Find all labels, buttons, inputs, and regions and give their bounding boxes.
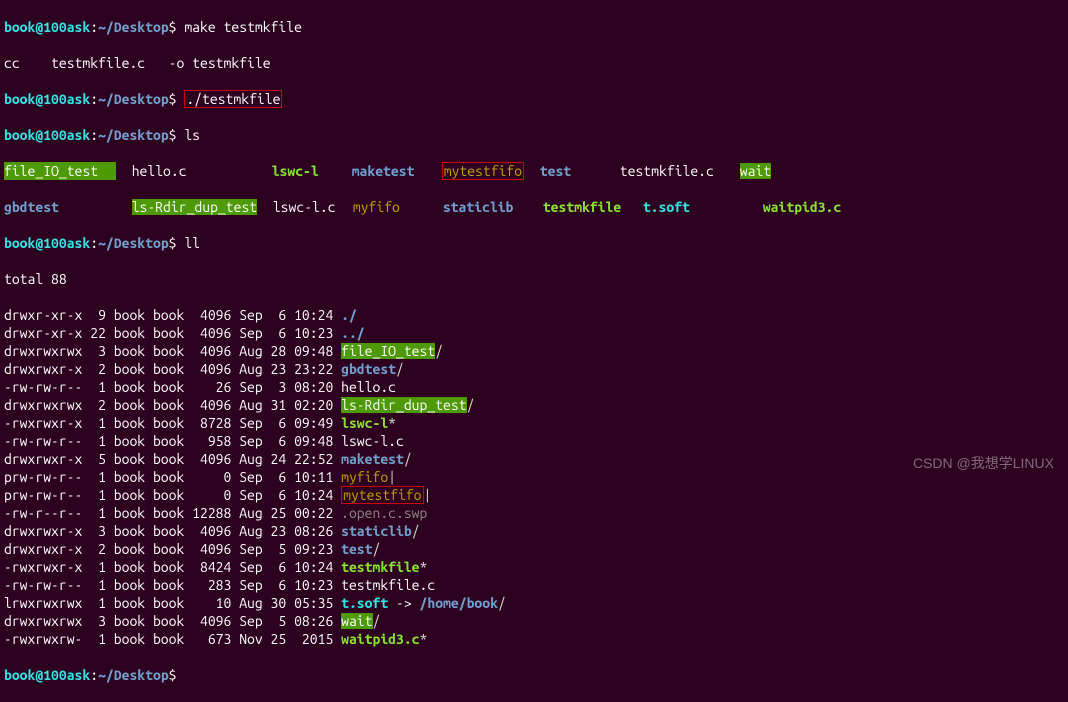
ll-row: drwxrwxrwx 2 book book 4096 Aug 31 02:20… xyxy=(4,396,1064,414)
ll-row: -rwxrwxr-x 1 book book 8728 Sep 6 09:49 … xyxy=(4,414,1064,432)
ls-item: waitpid3.c xyxy=(763,199,841,215)
ls-item: hello.c xyxy=(132,162,272,180)
ls-item: lswc-l xyxy=(272,162,352,180)
prompt-sep: : xyxy=(90,19,98,35)
ll-row: -rw-rw-r-- 1 book book 283 Sep 6 10:23 t… xyxy=(4,576,1064,594)
ll-row: drwxr-xr-x 22 book book 4096 Sep 6 10:23… xyxy=(4,324,1064,342)
ll-row: drwxrwxr-x 2 book book 4096 Aug 23 23:22… xyxy=(4,360,1064,378)
ll-row: drwxr-xr-x 9 book book 4096 Sep 6 10:24 … xyxy=(4,306,1064,324)
ls-item: gbdtest xyxy=(4,198,116,216)
ls-item: myfifo xyxy=(353,198,443,216)
terminal-line: book@100ask:~/Desktop$ ls xyxy=(4,126,1064,144)
ll-row: drwxrwxr-x 5 book book 4096 Aug 24 22:52… xyxy=(4,450,1064,468)
prompt-dollar: $ xyxy=(169,19,185,35)
terminal-area[interactable]: book@100ask:~/Desktop$ make testmkfile c… xyxy=(0,0,1068,702)
ll-row: drwxrwxr-x 3 book book 4096 Aug 23 08:26… xyxy=(4,522,1064,540)
ls-row-2: gbdtest ls-Rdir_dup_test lswc-l.cmyfifos… xyxy=(4,198,1064,216)
ls-item: maketest xyxy=(352,162,442,180)
ls-item-highlighted: mytestfifo xyxy=(442,162,524,180)
cmd-text: make testmkfile xyxy=(184,19,302,35)
ls-item: ls-Rdir_dup_test xyxy=(132,199,257,215)
ls-item: wait xyxy=(740,163,771,179)
ll-row: drwxrwxrwx 3 book book 4096 Aug 28 09:48… xyxy=(4,342,1064,360)
ll-row: -rw-r--r-- 1 book book 12288 Aug 25 00:2… xyxy=(4,504,1064,522)
ls-item: t.soft xyxy=(643,198,763,216)
terminal-line: cc testmkfile.c -o testmkfile xyxy=(4,54,1064,72)
terminal-line: book@100ask:~/Desktop$ make testmkfile xyxy=(4,18,1064,36)
ll-row: -rwxrwxr-x 1 book book 8424 Sep 6 10:24 … xyxy=(4,558,1064,576)
prompt-path: ~/Desktop xyxy=(98,19,169,35)
ls-item: lswc-l.c xyxy=(273,198,353,216)
ll-row: prw-rw-r-- 1 book book 0 Sep 6 10:11 myf… xyxy=(4,468,1064,486)
ll-row: lrwxrwxrwx 1 book book 10 Aug 30 05:35 t… xyxy=(4,594,1064,612)
ls-item: staticlib xyxy=(443,198,543,216)
ls-item: test xyxy=(540,162,620,180)
ls-item: testmkfile.c xyxy=(620,162,740,180)
terminal-line: book@100ask:~/Desktop$ xyxy=(4,666,1064,684)
highlighted-cmd: ./testmkfile xyxy=(184,90,282,108)
terminal-line: book@100ask:~/Desktop$ ./testmkfile xyxy=(4,90,1064,108)
ls-item: testmkfile xyxy=(543,198,643,216)
prompt-user: book@100ask xyxy=(4,19,90,35)
ll-row: -rw-rw-r-- 1 book book 26 Sep 3 08:20 he… xyxy=(4,378,1064,396)
watermark: CSDN @我想学LINUX xyxy=(913,454,1054,472)
terminal-line: book@100ask:~/Desktop$ ll xyxy=(4,234,1064,252)
ls-row-1: file_IO_test hello.clswc-lmaketestmytest… xyxy=(4,162,1064,180)
terminal-line: total 88 xyxy=(4,270,1064,288)
ll-row: drwxrwxrwx 3 book book 4096 Sep 5 08:26 … xyxy=(4,612,1064,630)
ll-row: prw-rw-r-- 1 book book 0 Sep 6 10:24 myt… xyxy=(4,486,1064,504)
ll-row: drwxrwxr-x 2 book book 4096 Sep 5 09:23 … xyxy=(4,540,1064,558)
ll-row: -rwxrwxrw- 1 book book 673 Nov 25 2015 w… xyxy=(4,630,1064,648)
ll-row: -rw-rw-r-- 1 book book 958 Sep 6 09:48 l… xyxy=(4,432,1064,450)
ls-item: file_IO_test xyxy=(4,162,116,180)
